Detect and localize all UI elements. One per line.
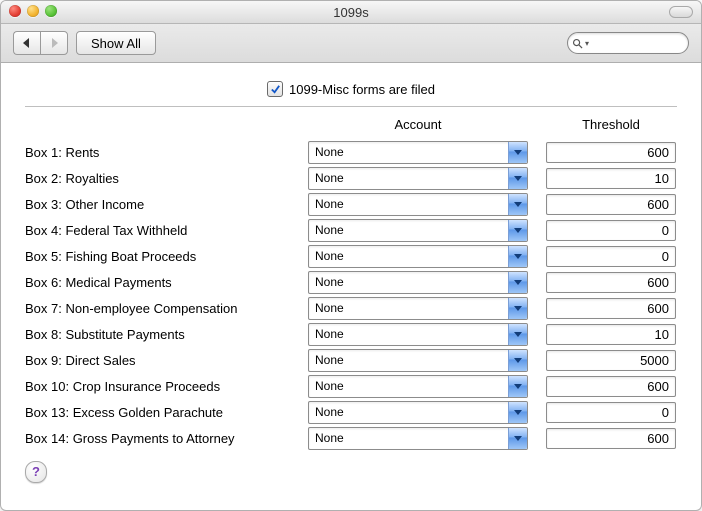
threshold-input[interactable] [546,376,676,397]
minimize-button[interactable] [27,5,39,17]
titlebar: 1099s [1,1,701,24]
nav-segmented [13,31,68,55]
box-label: Box 13: Excess Golden Parachute [25,402,290,423]
combo-arrow-icon[interactable] [508,142,527,163]
help-icon: ? [32,464,40,479]
account-value: None [315,275,344,289]
account-value: None [315,431,344,445]
boxes-grid: Account Threshold Box 1: Rents None Box 2:… [25,115,677,453]
chevron-right-icon [49,38,59,48]
combo-arrow-icon[interactable] [508,168,527,189]
search-input[interactable] [592,35,682,51]
toolbar-toggle-pill[interactable] [669,6,693,18]
threshold-input[interactable] [546,324,676,345]
account-combo[interactable]: None [308,271,528,294]
close-button[interactable] [9,5,21,17]
check-icon [270,84,281,95]
account-value: None [315,353,344,367]
filed-checkbox[interactable] [267,81,283,97]
combo-arrow-icon[interactable] [508,272,527,293]
traffic-lights [9,5,57,17]
filed-label-wrapper[interactable]: 1099-Misc forms are filed [267,81,435,97]
account-combo[interactable]: None [308,323,528,346]
account-combo[interactable]: None [308,219,528,242]
show-all-button[interactable]: Show All [76,31,156,55]
account-value: None [315,197,344,211]
back-button[interactable] [13,31,40,55]
combo-arrow-icon[interactable] [508,402,527,423]
forward-button[interactable] [40,31,68,55]
toolbar: Show All ▾ [1,24,701,63]
threshold-input[interactable] [546,272,676,293]
window: 1099s Show All ▾ [0,0,702,511]
search-field[interactable]: ▾ [567,32,689,54]
box-label: Box 7: Non-employee Compensation [25,298,290,319]
threshold-input[interactable] [546,142,676,163]
box-label: Box 8: Substitute Payments [25,324,290,345]
account-value: None [315,405,344,419]
threshold-input[interactable] [546,402,676,423]
chevron-left-icon [22,38,32,48]
column-header-account: Account [308,115,528,138]
account-value: None [315,223,344,237]
combo-arrow-icon[interactable] [508,298,527,319]
column-header-threshold: Threshold [546,115,676,138]
account-value: None [315,171,344,185]
account-combo[interactable]: None [308,193,528,216]
combo-arrow-icon[interactable] [508,350,527,371]
divider [25,106,677,107]
content: 1099-Misc forms are filed Account Thresh… [1,63,701,493]
box-label: Box 4: Federal Tax Withheld [25,220,290,241]
box-label: Box 3: Other Income [25,194,290,215]
box-label: Box 14: Gross Payments to Attorney [25,428,290,449]
combo-arrow-icon[interactable] [508,376,527,397]
help-button[interactable]: ? [25,461,47,483]
threshold-input[interactable] [546,246,676,267]
search-icon [572,38,583,49]
account-value: None [315,249,344,263]
box-label: Box 1: Rents [25,142,290,163]
account-value: None [315,327,344,341]
box-label: Box 6: Medical Payments [25,272,290,293]
filed-row: 1099-Misc forms are filed [25,77,677,106]
account-combo[interactable]: None [308,375,528,398]
threshold-input[interactable] [546,298,676,319]
account-combo[interactable]: None [308,141,528,164]
combo-arrow-icon[interactable] [508,194,527,215]
box-label: Box 9: Direct Sales [25,350,290,371]
filed-label: 1099-Misc forms are filed [289,82,435,97]
account-value: None [315,145,344,159]
account-combo[interactable]: None [308,245,528,268]
threshold-input[interactable] [546,350,676,371]
zoom-button[interactable] [45,5,57,17]
search-menu-caret-icon[interactable]: ▾ [585,39,589,48]
account-combo[interactable]: None [308,401,528,424]
combo-arrow-icon[interactable] [508,428,527,449]
account-combo[interactable]: None [308,297,528,320]
combo-arrow-icon[interactable] [508,246,527,267]
combo-arrow-icon[interactable] [508,220,527,241]
account-combo[interactable]: None [308,167,528,190]
account-value: None [315,301,344,315]
show-all-label: Show All [91,36,141,51]
window-title: 1099s [333,5,368,20]
threshold-input[interactable] [546,428,676,449]
box-label: Box 10: Crop Insurance Proceeds [25,376,290,397]
threshold-input[interactable] [546,194,676,215]
account-combo[interactable]: None [308,349,528,372]
threshold-input[interactable] [546,168,676,189]
combo-arrow-icon[interactable] [508,324,527,345]
help-area: ? [25,461,677,483]
account-value: None [315,379,344,393]
threshold-input[interactable] [546,220,676,241]
account-combo[interactable]: None [308,427,528,450]
box-label: Box 2: Royalties [25,168,290,189]
box-label: Box 5: Fishing Boat Proceeds [25,246,290,267]
